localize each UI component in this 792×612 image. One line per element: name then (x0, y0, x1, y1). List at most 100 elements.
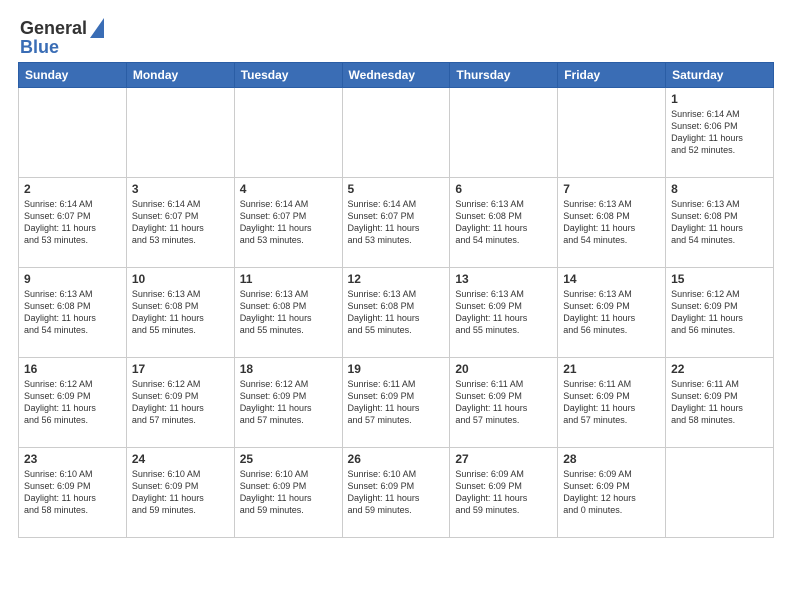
day-cell: 11Sunrise: 6:13 AM Sunset: 6:08 PM Dayli… (234, 267, 342, 357)
day-cell (342, 87, 450, 177)
weekday-header-tuesday: Tuesday (234, 62, 342, 87)
day-info: Sunrise: 6:13 AM Sunset: 6:08 PM Dayligh… (24, 288, 121, 337)
day-number: 17 (132, 362, 229, 376)
day-number: 13 (455, 272, 552, 286)
day-info: Sunrise: 6:11 AM Sunset: 6:09 PM Dayligh… (563, 378, 660, 427)
day-cell: 15Sunrise: 6:12 AM Sunset: 6:09 PM Dayli… (666, 267, 774, 357)
calendar-table: SundayMondayTuesdayWednesdayThursdayFrid… (18, 62, 774, 538)
day-number: 18 (240, 362, 337, 376)
day-cell: 21 Sunrise: 6:11 AM Sunset: 6:09 PM Dayli… (558, 357, 666, 447)
logo-general-text: General (20, 19, 87, 39)
day-cell: 13 Sunrise: 6:13 AM Sunset: 6:09 PM Dayli… (450, 267, 558, 357)
day-info: Sunrise: 6:10 AM Sunset: 6:09 PM Dayligh… (132, 468, 229, 517)
day-info: Sunrise: 6:10 AM Sunset: 6:09 PM Dayligh… (24, 468, 121, 517)
calendar-wrapper: SundayMondayTuesdayWednesdayThursdayFrid… (10, 62, 782, 546)
day-info: Sunrise: 6:13 AM Sunset: 6:08 PM Dayligh… (455, 198, 552, 247)
day-number: 27 (455, 452, 552, 466)
day-info: Sunrise: 6:12 AM Sunset: 6:09 PM Dayligh… (671, 288, 768, 337)
logo: General Blue (20, 18, 104, 58)
weekday-header-row: SundayMondayTuesdayWednesdayThursdayFrid… (19, 62, 774, 87)
day-info: Sunrise: 6:14 AM Sunset: 6:07 PM Dayligh… (240, 198, 337, 247)
day-cell: 8 Sunrise: 6:13 AM Sunset: 6:08 PM Daylig… (666, 177, 774, 267)
day-cell (450, 87, 558, 177)
day-info: Sunrise: 6:09 AM Sunset: 6:09 PM Dayligh… (563, 468, 660, 517)
day-info: Sunrise: 6:13 AM Sunset: 6:08 PM Dayligh… (563, 198, 660, 247)
day-cell: 17 Sunrise: 6:12 AM Sunset: 6:09 PM Dayli… (126, 357, 234, 447)
week-row-1: 1Sunrise: 6:14 AM Sunset: 6:06 PM Daylig… (19, 87, 774, 177)
day-cell: 25 Sunrise: 6:10 AM Sunset: 6:09 PM Dayli… (234, 447, 342, 537)
day-number: 7 (563, 182, 660, 196)
day-number: 26 (348, 452, 445, 466)
day-cell: 20 Sunrise: 6:11 AM Sunset: 6:09 PM Dayli… (450, 357, 558, 447)
day-cell: 22Sunrise: 6:11 AM Sunset: 6:09 PM Dayli… (666, 357, 774, 447)
day-cell (19, 87, 127, 177)
day-cell: 2 Sunrise: 6:14 AM Sunset: 6:07 PM Daylig… (19, 177, 127, 267)
week-row-4: 16 Sunrise: 6:12 AM Sunset: 6:09 PM Dayli… (19, 357, 774, 447)
day-cell: 1Sunrise: 6:14 AM Sunset: 6:06 PM Daylig… (666, 87, 774, 177)
day-cell: 6Sunrise: 6:13 AM Sunset: 6:08 PM Daylig… (450, 177, 558, 267)
day-number: 3 (132, 182, 229, 196)
weekday-header-monday: Monday (126, 62, 234, 87)
day-cell: 28 Sunrise: 6:09 AM Sunset: 6:09 PM Dayli… (558, 447, 666, 537)
day-info: Sunrise: 6:09 AM Sunset: 6:09 PM Dayligh… (455, 468, 552, 517)
day-cell: 4Sunrise: 6:14 AM Sunset: 6:07 PM Daylig… (234, 177, 342, 267)
day-cell (234, 87, 342, 177)
day-info: Sunrise: 6:13 AM Sunset: 6:08 PM Dayligh… (348, 288, 445, 337)
day-info: Sunrise: 6:14 AM Sunset: 6:07 PM Dayligh… (132, 198, 229, 247)
day-number: 14 (563, 272, 660, 286)
logo-blue-text: Blue (20, 38, 59, 58)
day-info: Sunrise: 6:14 AM Sunset: 6:07 PM Dayligh… (348, 198, 445, 247)
day-cell: 23Sunrise: 6:10 AM Sunset: 6:09 PM Dayli… (19, 447, 127, 537)
weekday-header-friday: Friday (558, 62, 666, 87)
day-cell: 14 Sunrise: 6:13 AM Sunset: 6:09 PM Dayli… (558, 267, 666, 357)
day-info: Sunrise: 6:13 AM Sunset: 6:09 PM Dayligh… (563, 288, 660, 337)
day-cell: 16 Sunrise: 6:12 AM Sunset: 6:09 PM Dayli… (19, 357, 127, 447)
day-info: Sunrise: 6:12 AM Sunset: 6:09 PM Dayligh… (24, 378, 121, 427)
day-cell: 19Sunrise: 6:11 AM Sunset: 6:09 PM Dayli… (342, 357, 450, 447)
day-cell: 5 Sunrise: 6:14 AM Sunset: 6:07 PM Daylig… (342, 177, 450, 267)
day-number: 10 (132, 272, 229, 286)
week-row-5: 23Sunrise: 6:10 AM Sunset: 6:09 PM Dayli… (19, 447, 774, 537)
day-info: Sunrise: 6:13 AM Sunset: 6:09 PM Dayligh… (455, 288, 552, 337)
day-info: Sunrise: 6:13 AM Sunset: 6:08 PM Dayligh… (671, 198, 768, 247)
day-number: 22 (671, 362, 768, 376)
day-number: 8 (671, 182, 768, 196)
day-info: Sunrise: 6:13 AM Sunset: 6:08 PM Dayligh… (132, 288, 229, 337)
day-cell: 10 Sunrise: 6:13 AM Sunset: 6:08 PM Dayli… (126, 267, 234, 357)
day-info: Sunrise: 6:12 AM Sunset: 6:09 PM Dayligh… (240, 378, 337, 427)
logo-triangle-icon (90, 18, 104, 38)
day-number: 21 (563, 362, 660, 376)
week-row-3: 9 Sunrise: 6:13 AM Sunset: 6:08 PM Daylig… (19, 267, 774, 357)
day-cell: 7 Sunrise: 6:13 AM Sunset: 6:08 PM Daylig… (558, 177, 666, 267)
day-number: 20 (455, 362, 552, 376)
weekday-header-sunday: Sunday (19, 62, 127, 87)
day-cell: 26 Sunrise: 6:10 AM Sunset: 6:09 PM Dayli… (342, 447, 450, 537)
day-number: 5 (348, 182, 445, 196)
day-info: Sunrise: 6:13 AM Sunset: 6:08 PM Dayligh… (240, 288, 337, 337)
day-number: 12 (348, 272, 445, 286)
day-info: Sunrise: 6:14 AM Sunset: 6:07 PM Dayligh… (24, 198, 121, 247)
day-cell: 3 Sunrise: 6:14 AM Sunset: 6:07 PM Daylig… (126, 177, 234, 267)
day-cell (126, 87, 234, 177)
day-number: 9 (24, 272, 121, 286)
weekday-header-saturday: Saturday (666, 62, 774, 87)
day-cell: 27 Sunrise: 6:09 AM Sunset: 6:09 PM Dayli… (450, 447, 558, 537)
day-info: Sunrise: 6:11 AM Sunset: 6:09 PM Dayligh… (455, 378, 552, 427)
day-number: 2 (24, 182, 121, 196)
header: General Blue (10, 10, 782, 62)
day-number: 19 (348, 362, 445, 376)
day-number: 1 (671, 92, 768, 106)
week-row-2: 2 Sunrise: 6:14 AM Sunset: 6:07 PM Daylig… (19, 177, 774, 267)
day-info: Sunrise: 6:10 AM Sunset: 6:09 PM Dayligh… (240, 468, 337, 517)
day-number: 24 (132, 452, 229, 466)
day-cell: 24 Sunrise: 6:10 AM Sunset: 6:09 PM Dayli… (126, 447, 234, 537)
day-number: 28 (563, 452, 660, 466)
calendar-body: 1Sunrise: 6:14 AM Sunset: 6:06 PM Daylig… (19, 87, 774, 537)
day-number: 25 (240, 452, 337, 466)
day-cell: 18 Sunrise: 6:12 AM Sunset: 6:09 PM Dayli… (234, 357, 342, 447)
day-number: 16 (24, 362, 121, 376)
weekday-header-thursday: Thursday (450, 62, 558, 87)
day-info: Sunrise: 6:12 AM Sunset: 6:09 PM Dayligh… (132, 378, 229, 427)
day-info: Sunrise: 6:10 AM Sunset: 6:09 PM Dayligh… (348, 468, 445, 517)
day-cell (666, 447, 774, 537)
